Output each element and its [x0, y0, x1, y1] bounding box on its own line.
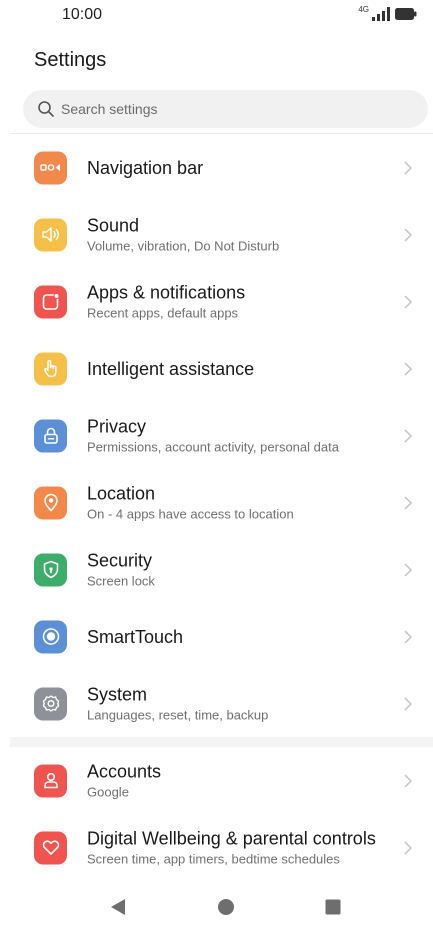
settings-item-navigation-bar[interactable]: Navigation bar — [0, 134, 433, 201]
chevron-right-icon — [403, 629, 413, 645]
settings-item-label: Intelligent assistance — [87, 358, 255, 379]
settings-item-security[interactable]: Security Screen lock — [0, 536, 433, 603]
chevron-right-icon — [403, 294, 413, 310]
settings-item-texts: Sound Volume, vibration, Do Not Disturb — [87, 214, 401, 255]
settings-item-texts: Intelligent assistance — [87, 358, 401, 380]
settings-item-system[interactable]: System Languages, reset, time, backup — [0, 670, 433, 737]
settings-item-label: Accounts — [87, 761, 162, 781]
settings-item-label: Apps & notifications — [87, 282, 246, 302]
home-circle-icon[interactable] — [211, 892, 241, 922]
shield-icon — [34, 553, 67, 586]
chevron-right-icon — [403, 227, 413, 243]
search-input[interactable]: Search settings — [23, 90, 428, 128]
settings-item-label: Sound — [87, 215, 140, 235]
settings-item-label: Navigation bar — [87, 157, 204, 178]
chevron-right-icon — [403, 562, 413, 578]
lock-icon — [34, 419, 67, 452]
settings-item-subtitle: Languages, reset, time, backup — [87, 707, 269, 722]
settings-item-subtitle: Google — [87, 784, 129, 799]
gear-icon — [34, 687, 67, 720]
section-divider — [10, 737, 433, 747]
chevron-right-icon — [403, 428, 413, 444]
settings-item-label: Location — [87, 483, 156, 503]
settings-item-label: System — [87, 684, 148, 704]
navigation-bar-icon — [34, 151, 67, 184]
settings-item-texts: Navigation bar — [87, 157, 401, 179]
settings-item-texts: System Languages, reset, time, backup — [87, 683, 401, 724]
settings-item-subtitle: Recent apps, default apps — [87, 305, 239, 320]
status-bar: 10:00 4G — [0, 0, 433, 30]
smarttouch-icon — [34, 620, 67, 653]
settings-item-subtitle: Screen time, app timers, bedtime schedul… — [87, 851, 340, 866]
settings-item-texts: Apps & notifications Recent apps, defaul… — [87, 281, 401, 322]
settings-item-smarttouch[interactable]: SmartTouch — [0, 603, 433, 670]
settings-item-texts: Accounts Google — [87, 760, 401, 801]
apps-notifications-icon — [34, 285, 67, 318]
signal-icon — [372, 7, 390, 21]
settings-item-location[interactable]: Location On - 4 apps have access to loca… — [0, 469, 433, 536]
settings-item-accounts[interactable]: Accounts Google — [0, 747, 433, 814]
back-triangle-icon[interactable] — [103, 892, 133, 922]
chevron-right-icon — [403, 495, 413, 511]
settings-item-subtitle: On - 4 apps have access to location — [87, 506, 294, 521]
settings-item-label: Digital Wellbeing & parental controls — [87, 828, 376, 848]
settings-item-subtitle: Volume, vibration, Do Not Disturb — [87, 238, 280, 253]
settings-item-label: Privacy — [87, 416, 147, 436]
chevron-right-icon — [403, 773, 413, 789]
settings-item-texts: Digital Wellbeing & parental controls Sc… — [87, 827, 415, 868]
person-icon — [34, 764, 67, 797]
status-icons: 4G — [358, 4, 417, 24]
settings-list: Navigation bar Sound Volume, vibration, … — [0, 134, 433, 881]
settings-item-apps-notifications[interactable]: Apps & notifications Recent apps, defaul… — [0, 268, 433, 335]
search-placeholder: Search settings — [61, 101, 158, 117]
network-type-label: 4G — [358, 5, 369, 14]
heart-icon — [34, 831, 67, 864]
chevron-right-icon — [403, 361, 413, 377]
location-pin-icon — [34, 486, 67, 519]
status-time: 10:00 — [62, 6, 103, 23]
sound-icon — [34, 218, 67, 251]
settings-item-privacy[interactable]: Privacy Permissions, account activity, p… — [0, 402, 433, 469]
settings-item-texts: Security Screen lock — [87, 549, 401, 590]
settings-item-subtitle: Screen lock — [87, 573, 155, 588]
recents-square-icon[interactable] — [318, 892, 348, 922]
chevron-right-icon — [403, 160, 413, 176]
settings-item-texts: Privacy Permissions, account activity, p… — [87, 415, 401, 456]
settings-item-texts: Location On - 4 apps have access to loca… — [87, 482, 401, 523]
settings-item-label: SmartTouch — [87, 626, 184, 647]
settings-item-intelligent-assistance[interactable]: Intelligent assistance — [0, 335, 433, 402]
search-icon — [37, 100, 55, 118]
settings-item-texts: SmartTouch — [87, 626, 401, 648]
system-navigation-bar — [0, 890, 433, 928]
hand-icon — [34, 352, 67, 385]
chevron-right-icon — [403, 696, 413, 712]
page-title: Settings — [34, 49, 107, 71]
chevron-right-icon — [403, 840, 413, 856]
settings-item-sound[interactable]: Sound Volume, vibration, Do Not Disturb — [0, 201, 433, 268]
settings-item-label: Security — [87, 550, 153, 570]
battery-icon — [395, 8, 417, 20]
settings-item-digital-wellbeing[interactable]: Digital Wellbeing & parental controls Sc… — [0, 814, 433, 881]
settings-item-subtitle: Permissions, account activity, personal … — [87, 439, 339, 454]
